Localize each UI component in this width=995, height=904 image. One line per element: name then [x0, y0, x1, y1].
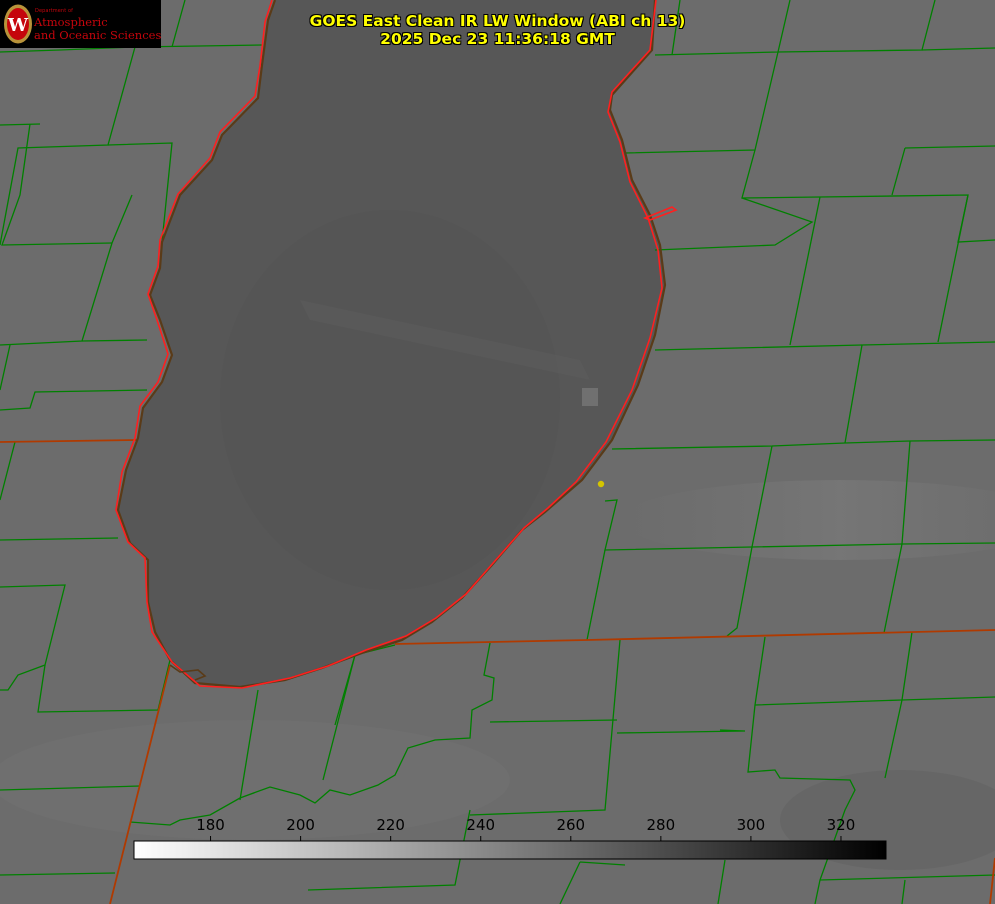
colorbar-tick-label: 260	[556, 816, 585, 834]
colorbar-tick-label: 200	[286, 816, 315, 834]
colorbar-tick-label: 240	[466, 816, 495, 834]
colorbar-tick-label: 300	[737, 816, 766, 834]
colorbar-tick-label: 180	[196, 816, 225, 834]
cloud-band	[0, 720, 510, 840]
lake-shading	[220, 210, 560, 590]
warm-pixel	[582, 388, 598, 406]
image-timestamp: 2025 Dec 23 11:36:18 GMT	[380, 30, 615, 48]
colorbar-gradient	[133, 840, 887, 860]
map-canvas: 180 200 220 240 260 280 300 320	[0, 0, 995, 904]
colorbar-tick-label: 220	[376, 816, 405, 834]
station-marker	[597, 480, 605, 488]
colorbar-tick-label: 320	[827, 816, 856, 834]
image-title: GOES East Clean IR LW Window (ABI ch 13)	[309, 12, 686, 30]
satellite-image-view: 180 200 220 240 260 280 300 320 W Department of…	[0, 0, 995, 904]
colorbar-tick-label: 280	[647, 816, 676, 834]
